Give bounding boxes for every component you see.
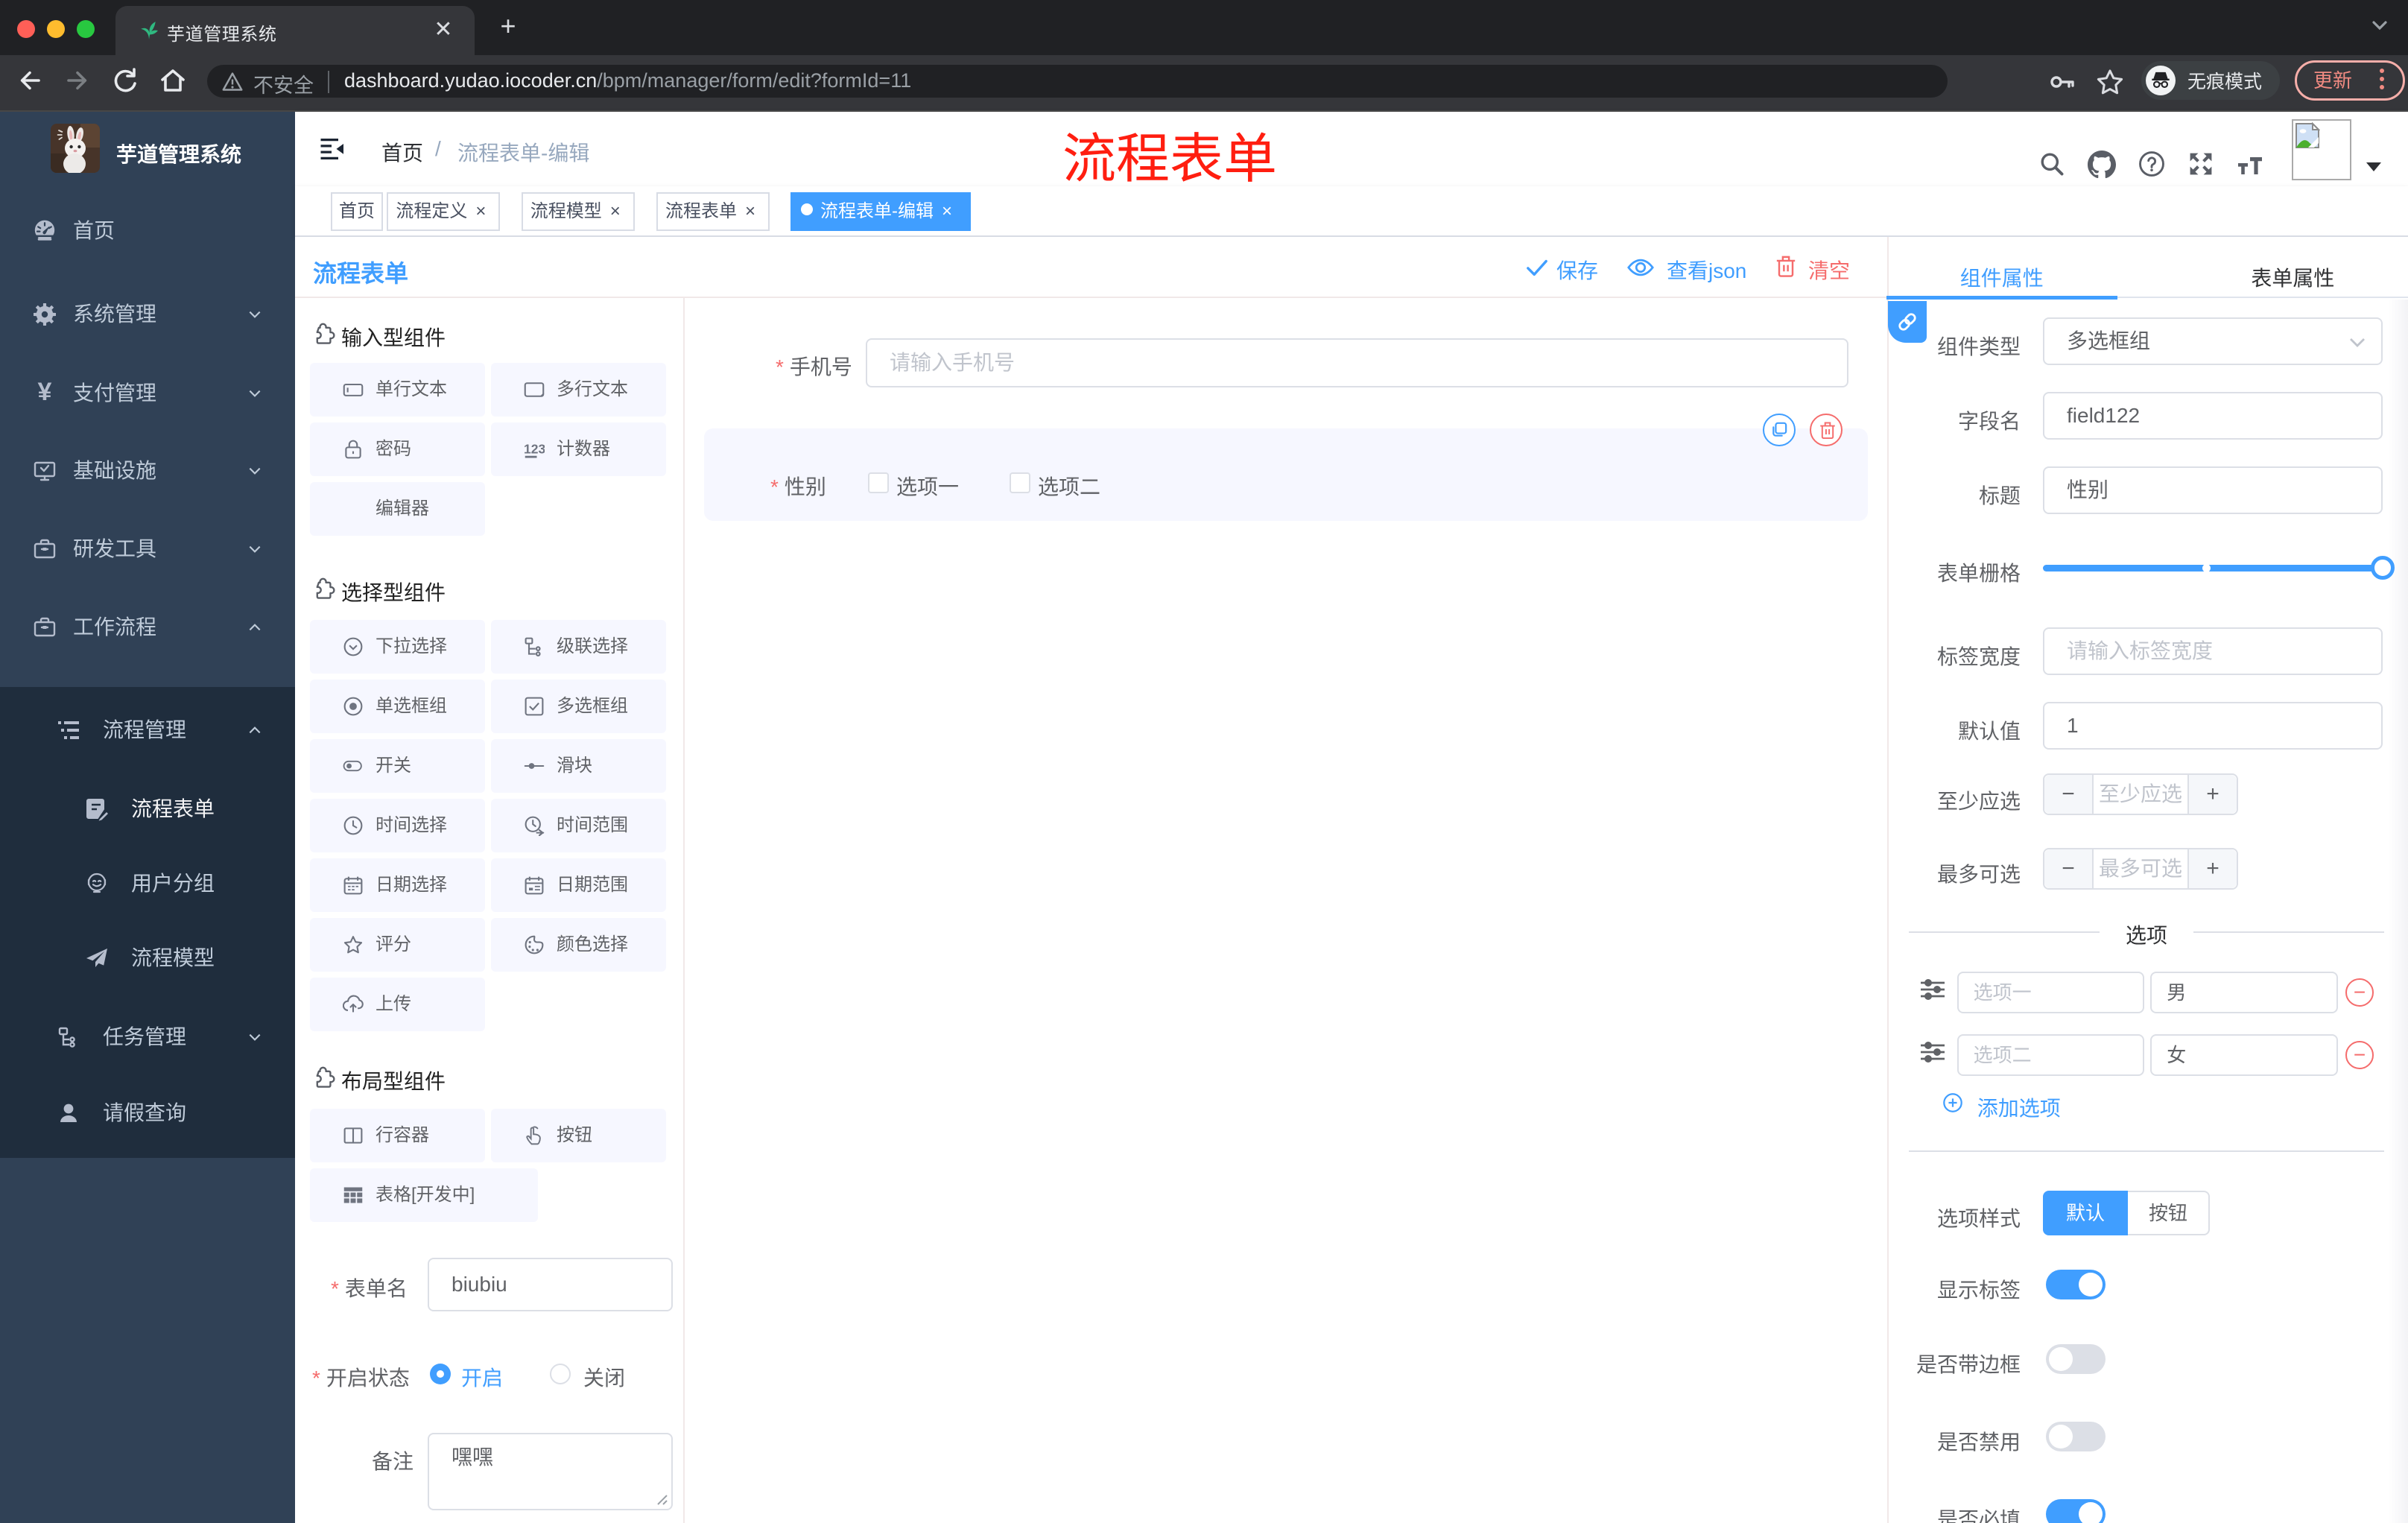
svg-text:123: 123 bbox=[524, 441, 545, 456]
